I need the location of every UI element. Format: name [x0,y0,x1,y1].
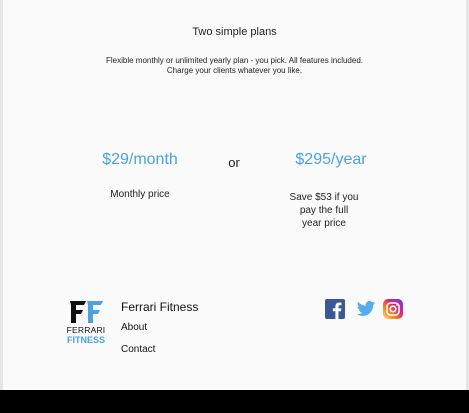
yearly-price-description: Save $53 if you pay the full year price [281,191,367,230]
pricing-heading: Two simple plans [192,26,277,38]
logo-wordmark-fitness: FITNESS [66,335,105,345]
footer-link-about[interactable]: About [121,322,147,333]
yearly-description-line2: pay the full [299,205,349,216]
instagram-icon[interactable] [383,299,403,319]
yearly-description-line3: year price [302,218,346,229]
facebook-icon[interactable] [325,299,345,319]
pricing-page: Two simple plans Flexible monthly or unl… [3,0,466,390]
yearly-price: $295/year [295,151,367,168]
bottom-bar [0,390,469,413]
logo-wordmark-ferrari: FERRARI [66,325,106,335]
pricing-subtitle-line2: Charge your clients whatever you like. [166,66,303,75]
footer-link-contact[interactable]: Contact [121,344,155,355]
monthly-price-description: Monthly price [110,189,170,200]
plan-separator: or [228,155,240,170]
pricing-subtitle-line1: Flexible monthly or unlimited yearly pla… [105,56,363,65]
ferrari-fitness-logo[interactable]: FERRARI FITNESS [62,300,110,346]
monthly-price: $29/month [102,151,178,168]
footer-brand-name: Ferrari Fitness [121,300,199,314]
twitter-icon[interactable] [356,299,376,319]
ff-monogram-icon [70,301,103,323]
yearly-description-line1: Save $53 if you [289,192,359,203]
